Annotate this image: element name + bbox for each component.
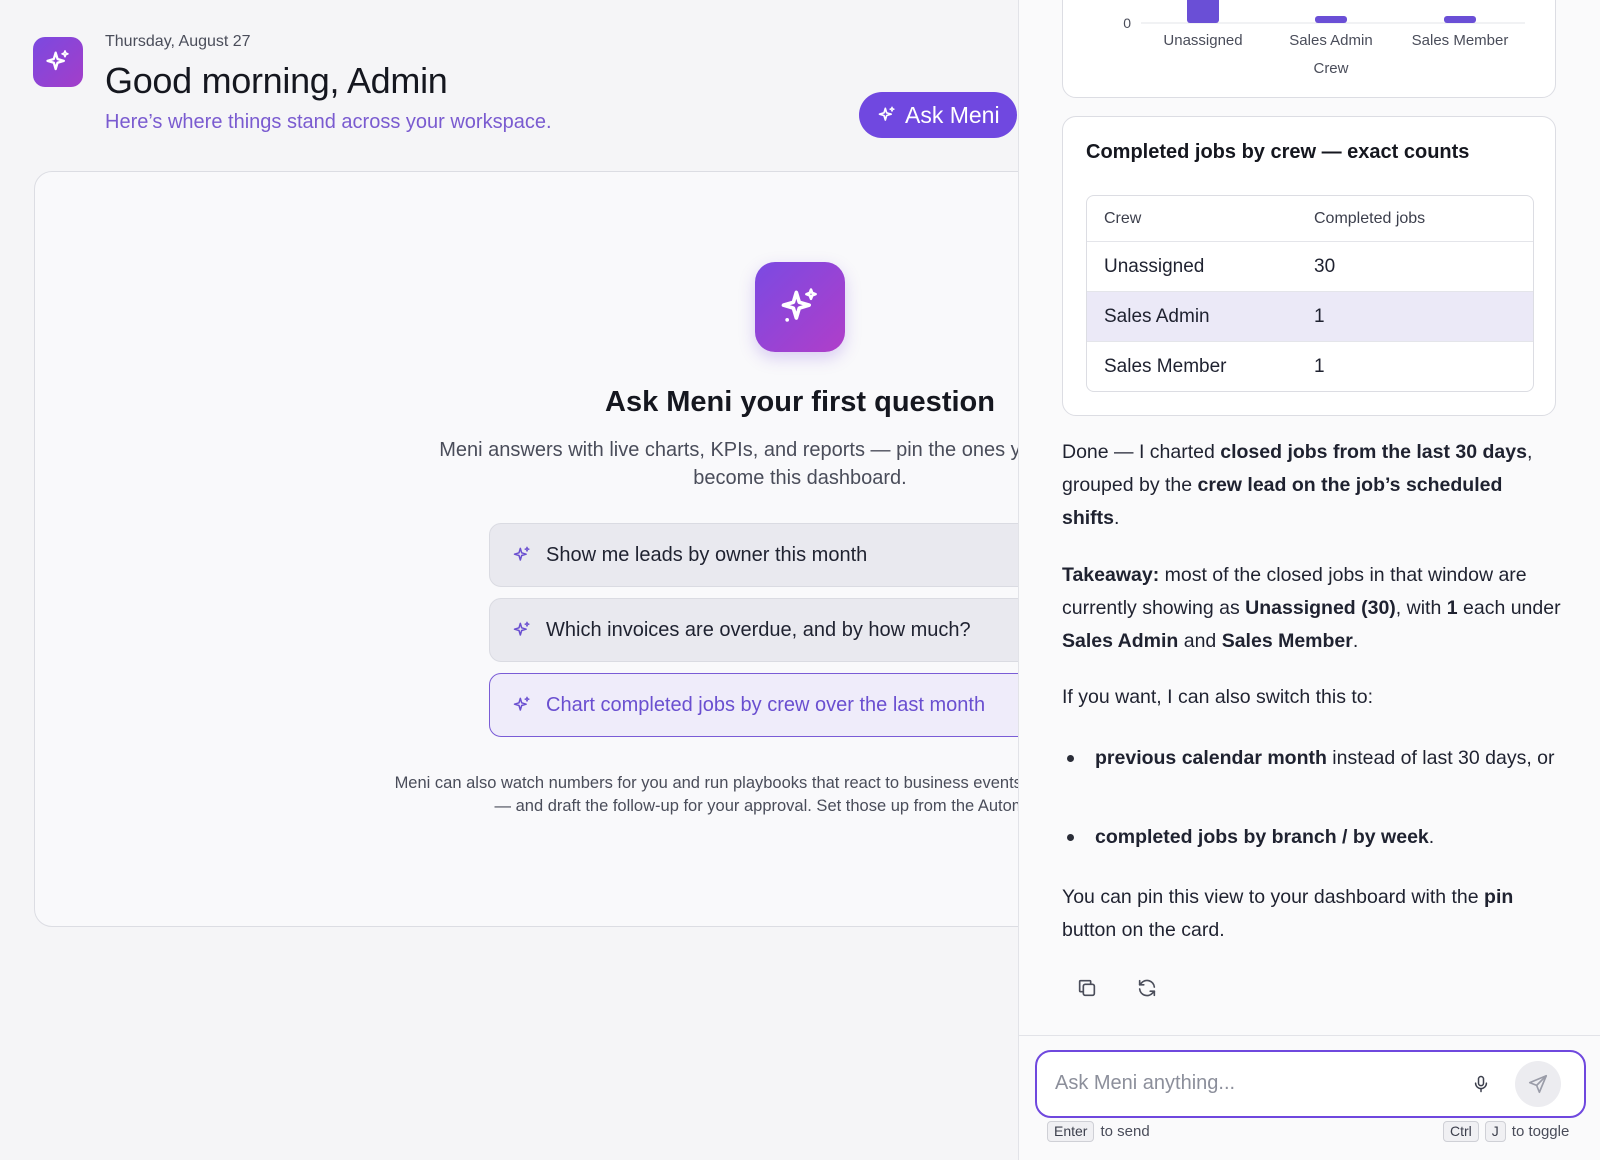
divider	[1019, 1035, 1600, 1036]
j-key: J	[1484, 1121, 1506, 1142]
table-row: Sales Member 1	[1087, 341, 1533, 391]
copy-button[interactable]	[1073, 974, 1101, 1002]
send-button[interactable]	[1515, 1061, 1561, 1107]
sparkle-icon	[781, 288, 817, 322]
suggestion-label: Show me leads by owner this month	[546, 543, 868, 566]
empty-state-footnote: Meni can also watch numbers for you and …	[394, 774, 1018, 815]
data-table: Crew Completed jobs Unassigned 30 Sales …	[1086, 195, 1534, 392]
list-item: previous calendar month instead of last …	[1062, 742, 1562, 775]
bold-run: completed jobs by branch / by week	[1095, 826, 1429, 848]
x-axis-title: Crew	[1313, 60, 1348, 77]
bullet-dot	[1067, 834, 1074, 841]
text-run: each under	[1457, 597, 1561, 619]
table-header-row: Crew Completed jobs	[1087, 196, 1533, 241]
bar	[1444, 16, 1476, 23]
bold-run: Unassigned (30)	[1245, 597, 1396, 619]
brand-logo	[33, 37, 83, 87]
ctrl-key: Ctrl	[1443, 1121, 1479, 1142]
column-header: Completed jobs	[1314, 209, 1426, 227]
sparkle-icon	[513, 621, 530, 636]
bullet-dot	[1067, 755, 1074, 762]
text-run: .	[1428, 826, 1435, 848]
text-run: and	[1178, 630, 1222, 652]
suggestion-label: Chart completed jobs by crew over the la…	[546, 693, 986, 716]
assistant-paragraph: Takeaway: most of the closed jobs in tha…	[1062, 559, 1562, 658]
toggle-hint: Ctrl J to toggle	[1443, 1121, 1569, 1142]
table-cell: 1	[1314, 305, 1325, 327]
list-item: completed jobs by branch / by week.	[1062, 821, 1562, 854]
empty-state-card: Ask Meni your first question Meni answer…	[34, 171, 1018, 927]
text-run: You can pin this view to your dashboard …	[1062, 886, 1485, 908]
chat-panel: 0 Unassigned Sales Admin Sales Member Crew C…	[1018, 0, 1600, 1160]
table-cell: Sales Member	[1104, 355, 1227, 377]
empty-state-description: Meni answers with live charts, KPIs, and…	[439, 439, 1018, 489]
table-title: Completed jobs by crew — exact counts	[1086, 141, 1470, 163]
text-run: , with	[1395, 597, 1447, 619]
table-row: Sales Admin 1	[1087, 291, 1533, 341]
bold-run: closed jobs from the last 30 days	[1220, 441, 1527, 463]
chat-composer	[1035, 1050, 1586, 1118]
chart-card: 0 Unassigned Sales Admin Sales Member Crew	[1062, 0, 1556, 98]
x-tick-label: Sales Admin	[1289, 32, 1372, 49]
enter-key: Enter	[1047, 1121, 1095, 1142]
toggle-hint-label: to toggle	[1511, 1123, 1570, 1140]
date-label: Thursday, August 27	[105, 33, 251, 50]
dashboard: Thursday, August 27 Good morning, Admin …	[0, 0, 1018, 1160]
sparkle-icon	[46, 50, 69, 71]
table-cell: Unassigned	[1104, 255, 1205, 277]
table-cell: Sales Admin	[1104, 305, 1210, 327]
suggestion-button-selected[interactable]: Chart completed jobs by crew over the la…	[489, 673, 1018, 737]
microphone-icon	[1474, 1075, 1488, 1093]
assistant-paragraph: You can pin this view to your dashboard …	[1062, 881, 1562, 947]
sparkle-icon	[513, 546, 530, 561]
y-tick-label: 0	[1123, 15, 1131, 31]
text-run: instead of last 30 days, or	[1326, 747, 1555, 769]
column-header: Crew	[1104, 209, 1142, 227]
x-tick-label: Sales Member	[1412, 32, 1509, 49]
sparkle-icon	[878, 106, 895, 121]
text-run: Done — I charted	[1062, 441, 1221, 463]
text-run: .	[1352, 630, 1359, 652]
assistant-paragraph: If you want, I can also switch this to:	[1062, 686, 1374, 708]
bar-chart: 0 Unassigned Sales Admin Sales Member Crew	[1123, 0, 1525, 77]
chat-input[interactable]	[1055, 1068, 1455, 1098]
suggestion-button[interactable]: Show me leads by owner this month	[489, 523, 1018, 587]
bar	[1187, 0, 1219, 23]
table-card: Completed jobs by crew — exact counts Cr…	[1062, 116, 1556, 416]
page-subtitle: Here’s where things stand across your wo…	[105, 111, 552, 133]
text-run: button on the card.	[1062, 919, 1225, 941]
suggestion-button[interactable]: Which invoices are overdue, and by how m…	[489, 598, 1018, 662]
bar	[1315, 16, 1347, 23]
ask-meni-button[interactable]: Ask Meni	[859, 92, 1017, 138]
suggestion-label: Which invoices are overdue, and by how m…	[546, 618, 971, 641]
refresh-icon	[1138, 979, 1156, 997]
bold-run: Sales Admin	[1062, 630, 1179, 652]
bold-run: Sales Member	[1221, 630, 1353, 652]
microphone-button[interactable]	[1467, 1070, 1495, 1098]
table-cell: 1	[1314, 355, 1325, 377]
send-hint: Enter to send	[1047, 1121, 1150, 1142]
send-icon	[1528, 1074, 1548, 1094]
x-tick-label: Unassigned	[1163, 32, 1242, 49]
page-title: Good morning, Admin	[105, 60, 448, 101]
bold-run: Takeaway:	[1062, 564, 1160, 586]
table-cell: 30	[1314, 255, 1336, 277]
text-run: .	[1114, 507, 1120, 529]
sparkle-icon	[513, 696, 530, 711]
bold-run: previous calendar month	[1095, 747, 1327, 769]
regenerate-button[interactable]	[1133, 974, 1161, 1002]
empty-state-title: Ask Meni your first question	[605, 386, 995, 418]
ask-meni-label: Ask Meni	[905, 101, 1000, 128]
assistant-paragraph: Done — I charted closed jobs from the la…	[1062, 436, 1562, 535]
hero-logo	[755, 262, 845, 352]
bold-run: 1	[1446, 597, 1458, 619]
table-row: Unassigned 30	[1087, 241, 1533, 291]
copy-icon	[1078, 979, 1096, 997]
send-hint-label: to send	[1100, 1123, 1150, 1140]
bold-run: pin	[1484, 886, 1514, 908]
